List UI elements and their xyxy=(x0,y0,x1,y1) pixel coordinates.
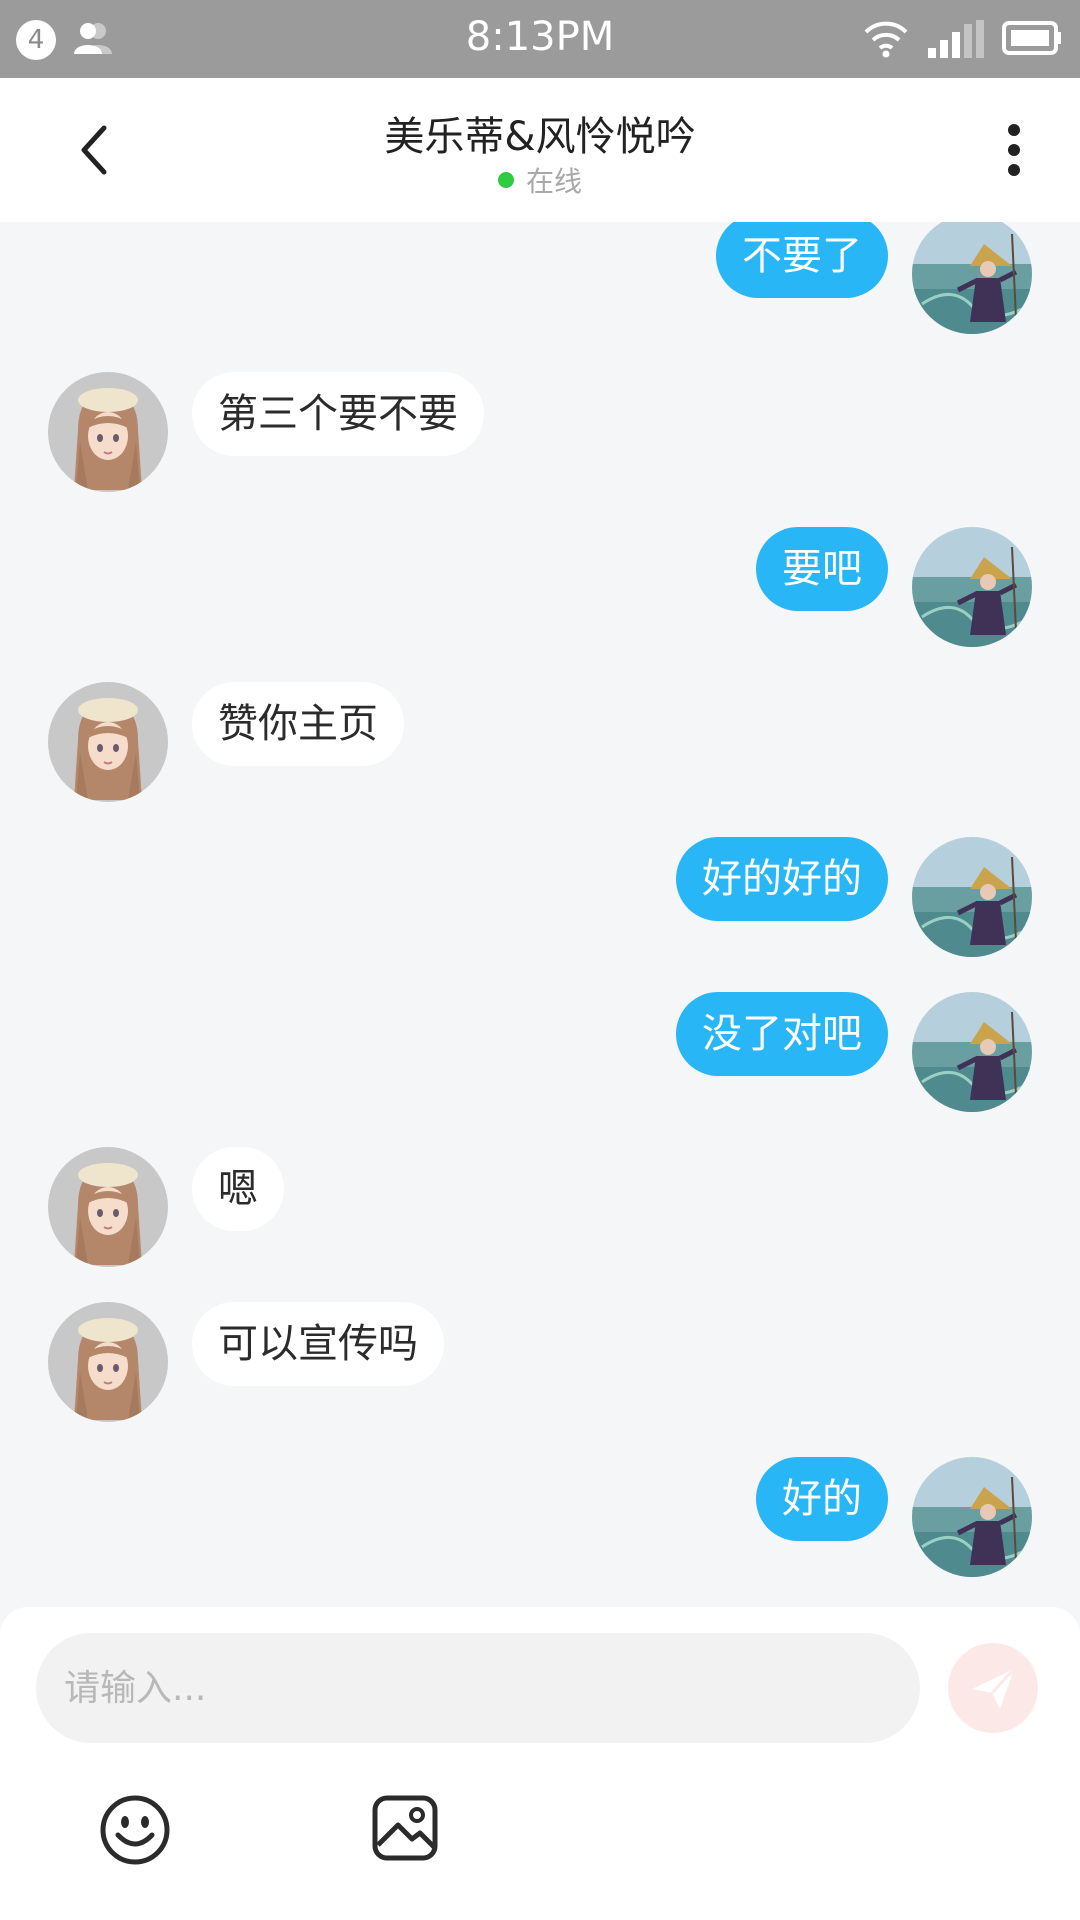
online-status-text: 在线 xyxy=(525,165,582,198)
message-list[interactable]: 不要了 第三个要不要 要吧 赞你主页 好的好的 没了对吧 嗯 可以宣传吗 好的 xyxy=(0,222,1080,1607)
chat-title: 美乐蒂&风怜悦吟 xyxy=(384,114,696,160)
message-row: 第三个要不要 xyxy=(0,372,1080,492)
contact-message-bubble[interactable]: 嗯 xyxy=(192,1147,284,1231)
more-options-icon[interactable] xyxy=(996,120,1032,180)
paper-plane-icon xyxy=(972,1667,1016,1709)
image-icon[interactable] xyxy=(370,1793,440,1863)
send-button[interactable] xyxy=(948,1643,1038,1733)
chat-header: 美乐蒂&风怜悦吟 在线 xyxy=(0,78,1080,222)
message-row: 赞你主页 xyxy=(0,682,1080,802)
contact-message-bubble[interactable]: 可以宣传吗 xyxy=(192,1302,444,1386)
my-message-bubble[interactable]: 好的 xyxy=(756,1457,888,1541)
message-row: 好的 xyxy=(0,1457,1080,1577)
my-avatar[interactable] xyxy=(912,222,1032,334)
online-dot-icon xyxy=(497,172,514,188)
message-row: 要吧 xyxy=(0,527,1080,647)
status-bar: 4 8:13PM xyxy=(0,0,1080,78)
message-row: 没了对吧 xyxy=(0,992,1080,1112)
message-row: 可以宣传吗 xyxy=(0,1302,1080,1422)
contact-avatar[interactable] xyxy=(48,372,168,492)
my-message-bubble[interactable]: 不要了 xyxy=(716,222,888,298)
online-status: 在线 xyxy=(0,160,1080,200)
wifi-icon xyxy=(864,21,908,58)
contact-avatar[interactable] xyxy=(48,1302,168,1422)
message-row: 不要了 xyxy=(0,222,1080,334)
my-avatar[interactable] xyxy=(912,992,1032,1112)
contact-message-bubble[interactable]: 第三个要不要 xyxy=(192,372,484,456)
message-row: 嗯 xyxy=(0,1147,1080,1267)
my-message-bubble[interactable]: 要吧 xyxy=(756,527,888,611)
my-avatar[interactable] xyxy=(912,1457,1032,1577)
contact-avatar[interactable] xyxy=(48,1147,168,1267)
message-input[interactable] xyxy=(36,1633,920,1743)
my-message-bubble[interactable]: 好的好的 xyxy=(676,837,888,921)
contact-avatar[interactable] xyxy=(48,682,168,802)
my-avatar[interactable] xyxy=(912,837,1032,957)
my-message-bubble[interactable]: 没了对吧 xyxy=(676,992,888,1076)
my-avatar[interactable] xyxy=(912,527,1032,647)
contact-message-bubble[interactable]: 赞你主页 xyxy=(192,682,404,766)
status-time: 8:13PM xyxy=(465,14,615,60)
composer-panel xyxy=(0,1607,1080,1920)
battery-icon xyxy=(1002,21,1061,55)
emoji-icon[interactable] xyxy=(98,1793,172,1867)
message-row: 好的好的 xyxy=(0,837,1080,957)
signal-icon xyxy=(928,20,984,58)
